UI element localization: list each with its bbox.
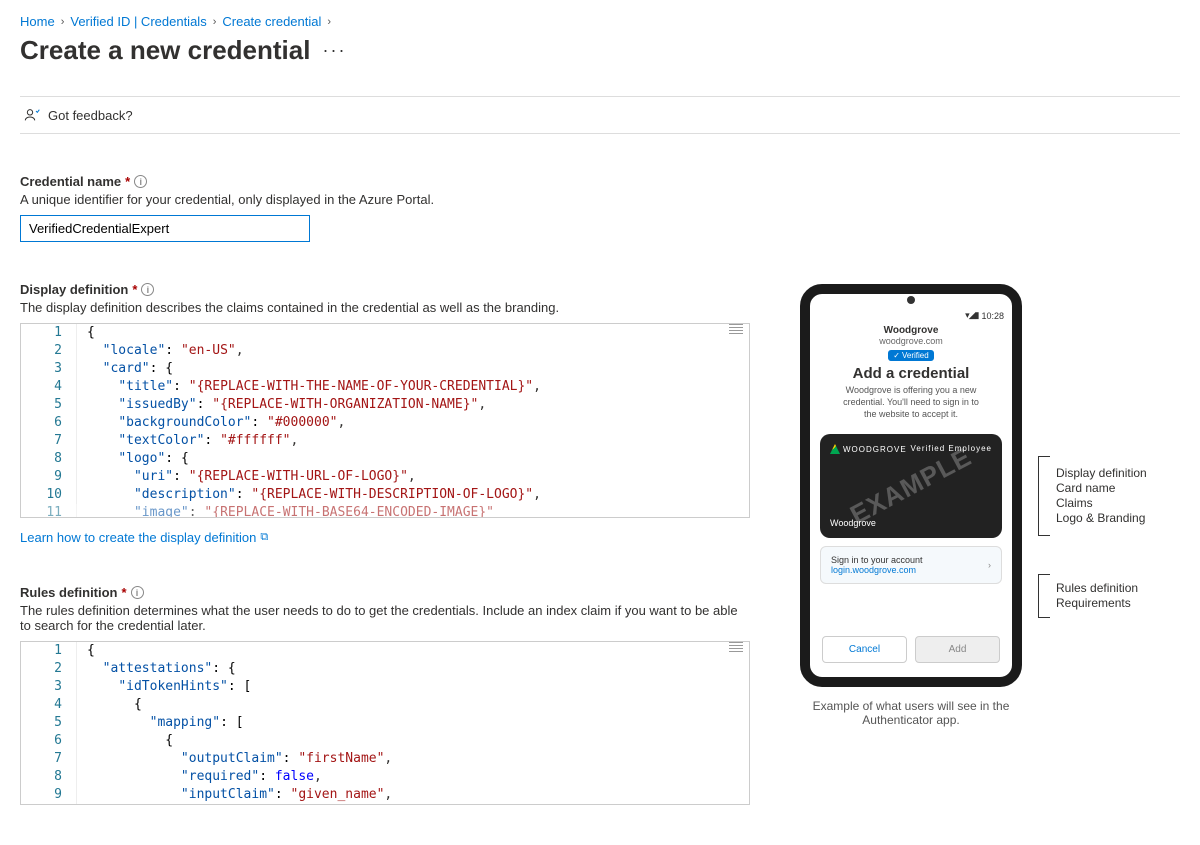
display-definition-hint: The display definition describes the cla… xyxy=(20,300,750,315)
breadcrumb: Home › Verified ID | Credentials › Creat… xyxy=(20,14,1180,29)
learn-display-definition-link[interactable]: Learn how to create the display definiti… xyxy=(20,530,268,545)
rules-definition-editor[interactable]: 1{ 2 "attestations": { 3 "idTokenHints":… xyxy=(20,641,750,805)
credential-name-hint: A unique identifier for your credential,… xyxy=(20,192,750,207)
verified-chip: ✓ Verified xyxy=(888,350,933,361)
chevron-right-icon: › xyxy=(327,16,331,28)
rules-definition-label: Rules definition xyxy=(20,585,118,600)
external-link-icon: ⧉ xyxy=(260,531,268,544)
woodgrove-logo-icon xyxy=(830,444,840,454)
annotations: Display definition Card name Claims Logo… xyxy=(1038,284,1147,618)
resize-handle-icon[interactable] xyxy=(729,324,743,334)
required-marker: * xyxy=(125,174,130,189)
breadcrumb-create[interactable]: Create credential xyxy=(222,14,321,29)
page-title: Create a new credential ··· xyxy=(20,35,1180,66)
chevron-right-icon: › xyxy=(213,16,217,28)
phone-cancel-button: Cancel xyxy=(822,636,907,663)
signal-icon: ▾◢▮ xyxy=(965,310,978,321)
chevron-right-icon: › xyxy=(61,16,65,28)
example-preview: ▾◢▮ 10:28 Woodgrove woodgrove.com ✓ Veri… xyxy=(800,134,1180,805)
breadcrumb-home[interactable]: Home xyxy=(20,14,55,29)
card-type: Verified Employee xyxy=(911,444,992,454)
annot-requirements: Requirements xyxy=(1056,596,1138,611)
required-marker: * xyxy=(122,585,127,600)
resize-handle-icon[interactable] xyxy=(729,642,743,652)
annot-rules-definition: Rules definition xyxy=(1056,581,1138,596)
rules-definition-field: Rules definition * i The rules definitio… xyxy=(20,585,750,805)
display-definition-editor[interactable]: 1{ 2 "locale": "en-US", 3 "card": { 4 "t… xyxy=(20,323,750,518)
phone-company: Woodgrove xyxy=(818,325,1004,336)
feedback-icon xyxy=(24,107,40,123)
breadcrumb-verified[interactable]: Verified ID | Credentials xyxy=(70,14,206,29)
phone-domain: woodgrove.com xyxy=(818,336,1004,346)
display-definition-field: Display definition * i The display defin… xyxy=(20,282,750,545)
info-icon[interactable]: i xyxy=(141,283,154,296)
rules-definition-hint: The rules definition determines what the… xyxy=(20,603,750,633)
preview-caption: Example of what users will see in the Au… xyxy=(800,699,1022,727)
phone-card-subtitle: Woodgrove is offering you a new credenti… xyxy=(818,384,1004,420)
phone-card-title: Add a credential xyxy=(818,365,1004,382)
card-company: Woodgrove xyxy=(830,518,876,528)
info-icon[interactable]: i xyxy=(134,175,147,188)
more-actions-button[interactable]: ··· xyxy=(322,40,346,61)
page-title-text: Create a new credential xyxy=(20,35,310,66)
phone-status-bar: ▾◢▮ 10:28 xyxy=(810,308,1012,323)
credential-name-input[interactable] xyxy=(20,215,310,242)
annot-card-name: Card name xyxy=(1056,481,1147,496)
phone-camera-dot xyxy=(907,296,915,304)
phone-add-button: Add xyxy=(915,636,1000,663)
chevron-right-icon: › xyxy=(988,560,991,570)
card-brand: WOODGROVE xyxy=(830,444,907,454)
credential-name-label: Credential name xyxy=(20,174,121,189)
annot-display-definition: Display definition xyxy=(1056,466,1147,481)
required-marker: * xyxy=(132,282,137,297)
signin-link: login.woodgrove.com xyxy=(831,565,923,575)
signin-title: Sign in to your account xyxy=(831,555,923,565)
display-definition-label: Display definition xyxy=(20,282,128,297)
phone-time: 10:28 xyxy=(981,311,1004,321)
feedback-label: Got feedback? xyxy=(48,108,133,123)
phone-credential-card: EXAMPLE WOODGROVE Verified Employee Wood… xyxy=(820,434,1002,538)
feedback-bar[interactable]: Got feedback? xyxy=(20,96,1180,134)
annot-claims: Claims xyxy=(1056,496,1147,511)
credential-name-field: Credential name * i A unique identifier … xyxy=(20,174,750,242)
annot-logo-branding: Logo & Branding xyxy=(1056,511,1147,526)
phone-mockup: ▾◢▮ 10:28 Woodgrove woodgrove.com ✓ Veri… xyxy=(800,284,1022,687)
info-icon[interactable]: i xyxy=(131,586,144,599)
phone-signin-box: Sign in to your account login.woodgrove.… xyxy=(820,546,1002,584)
